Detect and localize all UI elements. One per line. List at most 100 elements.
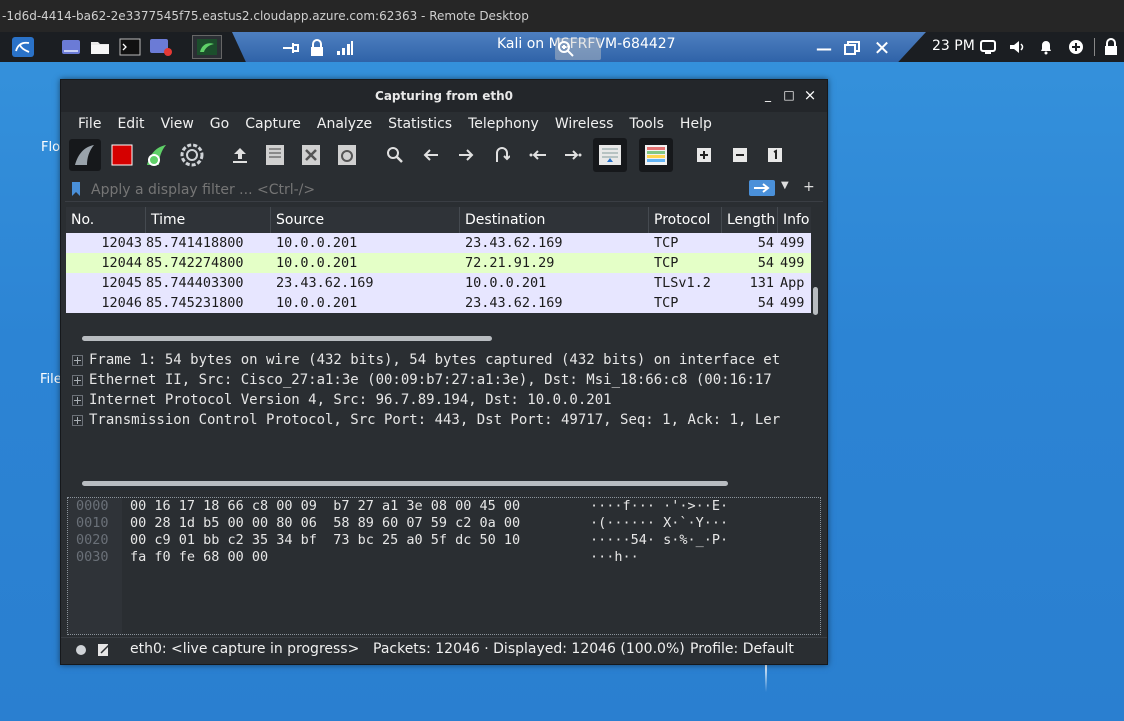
capture-status: eth0: <live capture in progress> bbox=[130, 641, 360, 657]
zoom-out-icon bbox=[733, 148, 747, 162]
go-forward-button[interactable] bbox=[451, 140, 481, 170]
file-manager-button[interactable] bbox=[89, 35, 111, 59]
apply-filter-button[interactable] bbox=[749, 180, 775, 196]
table-row[interactable]: 12043 85.741418800 10.0.0.201 23.43.62.1… bbox=[66, 233, 811, 253]
column-time[interactable]: Time bbox=[146, 207, 271, 233]
go-back-button[interactable] bbox=[416, 140, 446, 170]
find-packet-button[interactable] bbox=[380, 140, 410, 170]
tree-item-label: Internet Protocol Version 4, Src: 96.7.8… bbox=[89, 392, 612, 408]
auto-scroll-button[interactable] bbox=[593, 138, 627, 172]
menu-analyze[interactable]: Analyze bbox=[309, 116, 380, 132]
show-desktop-button[interactable] bbox=[60, 35, 82, 59]
hex-row[interactable]: 0010 00 28 1d b5 00 00 80 06 58 89 60 07 … bbox=[76, 515, 728, 532]
capture-options-button[interactable] bbox=[177, 140, 207, 170]
desktop-icon-label[interactable]: Flo bbox=[41, 140, 60, 155]
menu-file[interactable]: File bbox=[70, 116, 109, 132]
reload-file-button[interactable] bbox=[332, 140, 362, 170]
cell-time: 85.744403300 bbox=[146, 275, 244, 291]
add-filter-button[interactable]: + bbox=[803, 179, 815, 195]
zoom-out-button[interactable] bbox=[725, 140, 755, 170]
hex-row[interactable]: 0000 00 16 17 18 66 c8 00 09 b7 27 a1 3e … bbox=[76, 498, 728, 515]
tree-item-frame[interactable]: Frame 1: 54 bytes on wire (432 bits), 54… bbox=[66, 350, 822, 370]
zoom-in-button[interactable] bbox=[689, 140, 719, 170]
tree-item-tcp[interactable]: Transmission Control Protocol, Src Port:… bbox=[66, 410, 822, 430]
save-file-button[interactable] bbox=[260, 140, 290, 170]
bookmark-icon[interactable] bbox=[71, 181, 81, 197]
close-file-button[interactable] bbox=[296, 140, 326, 170]
rd-minimize-button[interactable]: — bbox=[814, 36, 834, 60]
updates-icon[interactable] bbox=[1068, 39, 1084, 55]
expand-icon[interactable] bbox=[72, 394, 83, 406]
capture-comment-icon[interactable] bbox=[97, 643, 111, 657]
maximize-button[interactable]: □ bbox=[782, 88, 796, 102]
close-button[interactable]: × bbox=[803, 88, 817, 103]
pin-button[interactable] bbox=[280, 36, 302, 60]
expand-icon[interactable] bbox=[72, 414, 83, 426]
screen-recorder-button[interactable] bbox=[148, 35, 174, 59]
terminal-button[interactable] bbox=[118, 35, 142, 59]
menu-capture[interactable]: Capture bbox=[237, 116, 309, 132]
tree-item-ethernet[interactable]: Ethernet II, Src: Cisco_27:a1:3e (00:09:… bbox=[66, 370, 822, 390]
menu-wireless[interactable]: Wireless bbox=[547, 116, 622, 132]
kali-menu-button[interactable] bbox=[10, 35, 36, 59]
profile-selector[interactable]: Profile: Default bbox=[690, 641, 794, 657]
last-packet-button[interactable] bbox=[558, 140, 588, 170]
expert-info-icon[interactable] bbox=[75, 644, 87, 656]
menu-tools[interactable]: Tools bbox=[621, 116, 672, 132]
stop-capture-button[interactable] bbox=[107, 140, 137, 170]
scrollbar-thumb[interactable] bbox=[813, 287, 818, 315]
file-close-icon bbox=[302, 145, 320, 165]
column-protocol[interactable]: Protocol bbox=[649, 207, 722, 233]
table-row[interactable]: 12045 85.744403300 23.43.62.169 10.0.0.2… bbox=[66, 273, 811, 293]
volume-icon[interactable] bbox=[1008, 39, 1026, 55]
column-info[interactable]: Info bbox=[778, 207, 811, 233]
menu-telephony[interactable]: Telephony bbox=[460, 116, 547, 132]
menu-go[interactable]: Go bbox=[202, 116, 237, 132]
hex-offset: 0000 bbox=[76, 498, 109, 514]
menu-help[interactable]: Help bbox=[672, 116, 720, 132]
expand-icon[interactable] bbox=[72, 374, 83, 386]
open-file-button[interactable] bbox=[225, 140, 255, 170]
first-packet-button[interactable] bbox=[523, 140, 553, 170]
column-no[interactable]: No. bbox=[66, 207, 146, 233]
menu-edit[interactable]: Edit bbox=[109, 116, 152, 132]
table-row[interactable]: 12044 85.742274800 10.0.0.201 72.21.91.2… bbox=[66, 253, 811, 273]
hex-ascii: ····f··· ·'·>··E· bbox=[590, 498, 729, 514]
colorize-button[interactable] bbox=[639, 138, 673, 172]
display-icon[interactable] bbox=[980, 40, 996, 54]
column-source[interactable]: Source bbox=[271, 207, 460, 233]
clock[interactable]: 23 PM bbox=[932, 38, 975, 54]
packet-details-pane: Frame 1: 54 bytes on wire (432 bits), 54… bbox=[66, 350, 822, 488]
hex-row[interactable]: 0030 fa f0 fe 68 00 00 ···h·· bbox=[76, 549, 728, 566]
lock-button[interactable] bbox=[307, 36, 327, 60]
packet-list-horizontal-scrollbar[interactable] bbox=[66, 333, 811, 343]
menu-bar: File Edit View Go Capture Analyze Statis… bbox=[61, 112, 827, 136]
scrollbar-thumb[interactable] bbox=[82, 481, 728, 486]
start-capture-button[interactable] bbox=[69, 139, 101, 171]
lock-screen-icon[interactable] bbox=[1104, 38, 1118, 56]
rd-restore-button[interactable] bbox=[842, 36, 862, 60]
normal-size-button[interactable] bbox=[760, 140, 790, 170]
filter-history-dropdown[interactable]: ▼ bbox=[781, 180, 789, 191]
connection-quality-indicator[interactable] bbox=[335, 36, 355, 60]
tree-item-ip[interactable]: Internet Protocol Version 4, Src: 96.7.8… bbox=[66, 390, 822, 410]
table-row[interactable]: 12046 85.745231800 10.0.0.201 23.43.62.1… bbox=[66, 293, 811, 313]
expand-icon[interactable] bbox=[72, 354, 83, 366]
zoom-button[interactable] bbox=[555, 38, 601, 60]
go-to-packet-button[interactable] bbox=[487, 140, 517, 170]
wireshark-task-button[interactable] bbox=[192, 35, 222, 59]
display-filter-input[interactable] bbox=[89, 179, 723, 201]
scrollbar-thumb[interactable] bbox=[82, 336, 492, 341]
packet-list-vertical-scrollbar[interactable] bbox=[811, 207, 821, 315]
restart-capture-button[interactable] bbox=[142, 140, 172, 170]
hex-row[interactable]: 0020 00 c9 01 bb c2 35 34 bf 73 bc 25 a0 … bbox=[76, 532, 728, 549]
rd-close-button[interactable]: ✕ bbox=[872, 36, 892, 60]
details-horizontal-scrollbar[interactable] bbox=[66, 478, 822, 488]
column-length[interactable]: Length bbox=[722, 207, 778, 233]
desktop-icon-label[interactable]: File bbox=[40, 372, 62, 387]
menu-statistics[interactable]: Statistics bbox=[380, 116, 460, 132]
menu-view[interactable]: View bbox=[153, 116, 202, 132]
notifications-bell-icon[interactable] bbox=[1038, 39, 1054, 55]
minimize-button[interactable]: _ bbox=[761, 88, 775, 102]
column-destination[interactable]: Destination bbox=[460, 207, 649, 233]
